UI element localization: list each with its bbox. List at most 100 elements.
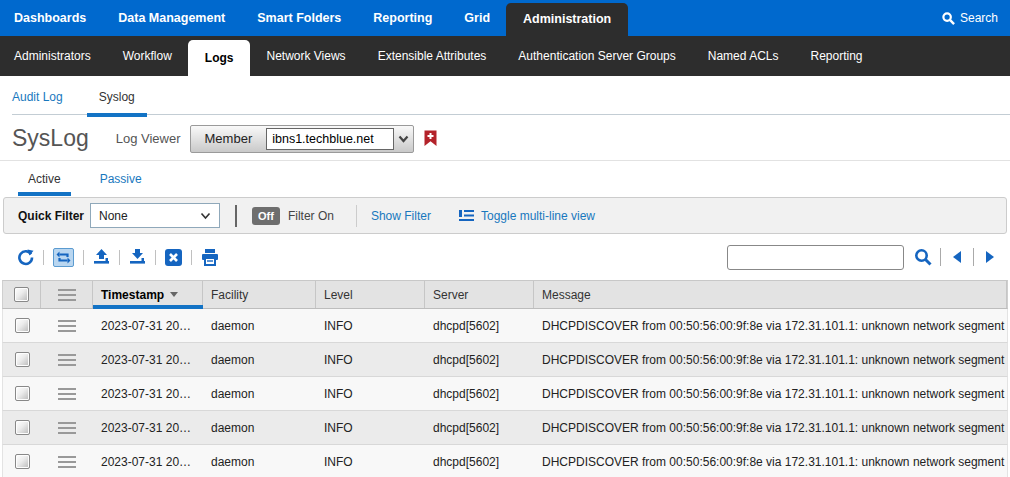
cell-server: dhcpd[5602] xyxy=(425,377,534,410)
column-header-facility[interactable]: Facility xyxy=(203,281,316,308)
row-checkbox[interactable] xyxy=(15,386,30,401)
table-row[interactable]: 2023-07-31 20… daemon INFO dhcpd[5602] D… xyxy=(2,445,1008,477)
cell-timestamp: 2023-07-31 20… xyxy=(93,445,203,477)
next-page-button[interactable] xyxy=(982,251,998,263)
quick-filter-select[interactable]: None xyxy=(90,203,220,228)
global-search[interactable]: Search xyxy=(942,0,1010,36)
refresh-icon[interactable] xyxy=(17,249,34,266)
table-row[interactable]: 2023-07-31 20… daemon INFO dhcpd[5602] D… xyxy=(2,377,1008,411)
tab-passive[interactable]: Passive xyxy=(90,161,152,197)
table-row[interactable]: 2023-07-31 20… daemon INFO dhcpd[5602] D… xyxy=(2,343,1008,377)
filter-toggle-button[interactable]: Off xyxy=(252,207,280,225)
tab-auth-server-groups[interactable]: Authentication Server Groups xyxy=(502,36,691,76)
column-header-server[interactable]: Server xyxy=(425,281,534,308)
nav-administration[interactable]: Administration xyxy=(506,3,628,36)
sorted-column-indicator xyxy=(93,305,203,309)
divider xyxy=(83,250,84,265)
nav-grid[interactable]: Grid xyxy=(448,0,506,36)
row-checkbox[interactable] xyxy=(15,318,30,333)
tab-network-views[interactable]: Network Views xyxy=(250,36,361,76)
bookmark-button[interactable] xyxy=(424,130,437,147)
chevron-down-icon xyxy=(200,212,211,220)
cell-timestamp: 2023-07-31 20… xyxy=(93,411,203,444)
tab-workflow[interactable]: Workflow xyxy=(107,36,188,76)
log-type-tabs: Audit Log Syslog xyxy=(0,76,1010,117)
select-all-checkbox[interactable] xyxy=(3,281,41,308)
member-selector: Member xyxy=(190,125,415,153)
print-icon[interactable] xyxy=(201,249,219,266)
toolbar-right xyxy=(727,245,998,270)
row-menu-icon[interactable] xyxy=(58,422,76,434)
cell-server: dhcpd[5602] xyxy=(425,445,534,477)
cell-facility: daemon xyxy=(203,343,316,376)
page-header: SysLog Log Viewer Member xyxy=(0,117,1010,161)
column-header-level[interactable]: Level xyxy=(316,281,425,308)
divider xyxy=(973,248,974,266)
sort-desc-icon xyxy=(170,292,178,297)
nav-data-management[interactable]: Data Management xyxy=(102,0,241,36)
row-checkbox[interactable] xyxy=(15,352,30,367)
member-input[interactable] xyxy=(266,128,394,150)
cell-level: INFO xyxy=(316,377,425,410)
tab-active[interactable]: Active xyxy=(18,161,71,197)
nav-smart-folders[interactable]: Smart Folders xyxy=(241,0,357,36)
view-tabs: Active Passive xyxy=(0,161,1010,197)
tab-reporting[interactable]: Reporting xyxy=(794,36,878,76)
cell-server: dhcpd[5602] xyxy=(425,411,534,444)
table-row[interactable]: 2023-07-31 20… daemon INFO dhcpd[5602] D… xyxy=(2,411,1008,445)
divider xyxy=(43,250,44,265)
nav-reporting[interactable]: Reporting xyxy=(357,0,448,36)
page-title: SysLog xyxy=(12,125,89,152)
search-icon xyxy=(914,248,932,266)
row-checkbox[interactable] xyxy=(15,420,30,435)
row-menu-icon[interactable] xyxy=(58,456,76,468)
divider xyxy=(235,205,237,227)
tab-extensible-attributes[interactable]: Extensible Attributes xyxy=(362,36,503,76)
cell-server: dhcpd[5602] xyxy=(425,309,534,342)
follow-icon[interactable] xyxy=(53,248,74,267)
column-header-timestamp[interactable]: Timestamp xyxy=(93,281,203,308)
row-menu-icon[interactable] xyxy=(58,354,76,366)
row-checkbox[interactable] xyxy=(15,454,30,469)
table-search-input[interactable] xyxy=(727,245,904,270)
tab-audit-log[interactable]: Audit Log xyxy=(0,76,75,117)
cell-level: INFO xyxy=(316,411,425,444)
cell-timestamp: 2023-07-31 20… xyxy=(93,309,203,342)
tab-named-acls[interactable]: Named ACLs xyxy=(692,36,795,76)
divider xyxy=(191,250,192,265)
table-search-button[interactable] xyxy=(914,248,932,266)
cell-level: INFO xyxy=(316,343,425,376)
multiline-view-icon[interactable] xyxy=(459,209,474,222)
prev-page-button[interactable] xyxy=(949,251,965,263)
header-menu-icon[interactable] xyxy=(41,281,93,308)
admin-nav: Administrators Workflow Logs Network Vie… xyxy=(0,36,1010,76)
table-row[interactable]: 2023-07-31 20… daemon INFO dhcpd[5602] D… xyxy=(2,309,1008,343)
bookmark-icon xyxy=(424,130,437,147)
cell-message: DHCPDISCOVER from 00:50:56:00:9f:8e via … xyxy=(534,343,1007,376)
row-menu-icon[interactable] xyxy=(58,388,76,400)
nav-dashboards[interactable]: Dashboards xyxy=(0,0,102,36)
cell-facility: daemon xyxy=(203,411,316,444)
divider xyxy=(940,248,941,266)
member-dropdown-button[interactable] xyxy=(394,126,413,152)
show-filter-link[interactable]: Show Filter xyxy=(371,209,431,223)
quick-filter-value: None xyxy=(99,209,128,223)
cell-server: dhcpd[5602] xyxy=(425,343,534,376)
table-body: 2023-07-31 20… daemon INFO dhcpd[5602] D… xyxy=(2,309,1008,477)
cell-timestamp: 2023-07-31 20… xyxy=(93,377,203,410)
cell-facility: daemon xyxy=(203,309,316,342)
tab-syslog[interactable]: Syslog xyxy=(87,76,147,117)
column-header-message[interactable]: Message xyxy=(534,281,1007,308)
divider xyxy=(155,250,156,265)
cell-message: DHCPDISCOVER from 00:50:56:00:9f:8e via … xyxy=(534,377,1007,410)
tab-logs[interactable]: Logs xyxy=(188,40,251,76)
toggle-multiline-link[interactable]: Toggle multi-line view xyxy=(481,209,595,223)
cell-message: DHCPDISCOVER from 00:50:56:00:9f:8e via … xyxy=(534,309,1007,342)
clear-icon[interactable] xyxy=(165,249,182,266)
cell-message: DHCPDISCOVER from 00:50:56:00:9f:8e via … xyxy=(534,411,1007,444)
upload-icon[interactable] xyxy=(93,249,110,265)
download-icon[interactable] xyxy=(129,249,146,265)
tab-administrators[interactable]: Administrators xyxy=(0,36,107,76)
next-page-icon xyxy=(986,251,994,263)
row-menu-icon[interactable] xyxy=(58,320,76,332)
